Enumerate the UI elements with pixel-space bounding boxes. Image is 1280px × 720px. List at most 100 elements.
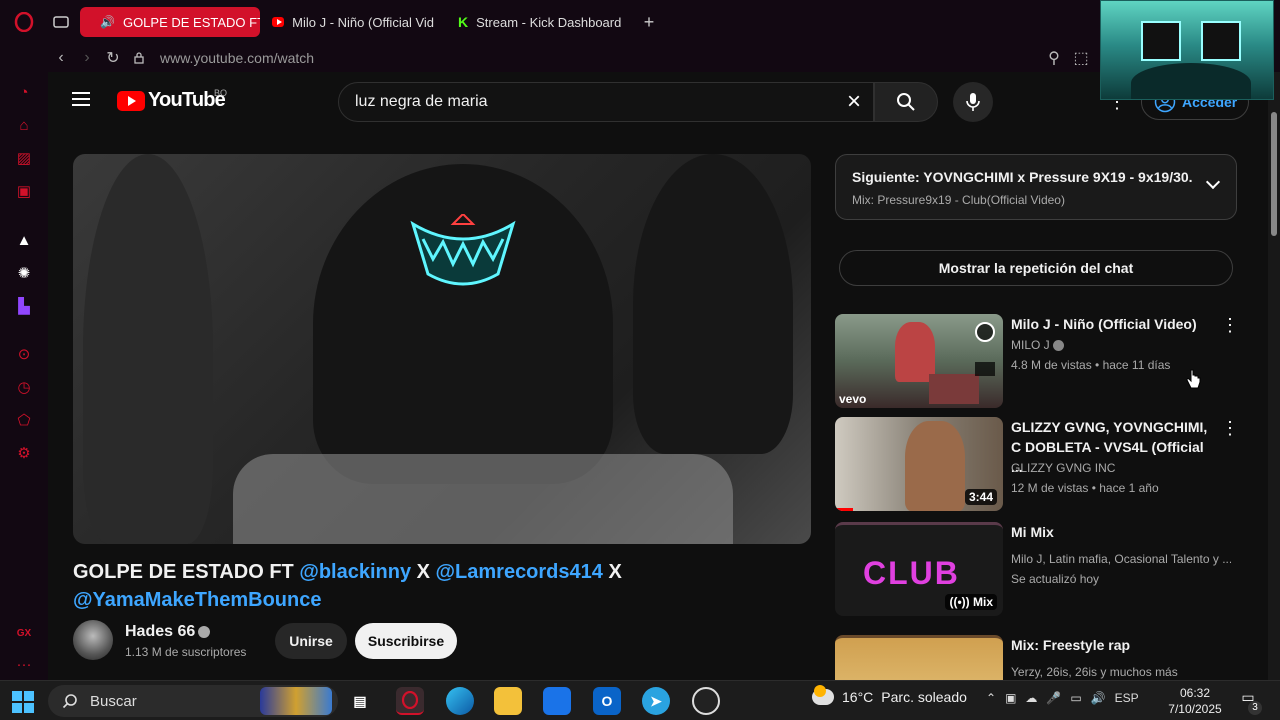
speaker-icon[interactable]: 🔊 [100, 15, 115, 29]
scrollbar-thumb[interactable] [1271, 112, 1277, 236]
channel-avatar[interactable] [73, 620, 113, 660]
taskbar-search[interactable]: Buscar [48, 685, 338, 717]
search-input[interactable]: luz negra de maria × [338, 82, 874, 122]
opera-gx-logo-icon[interactable] [0, 0, 48, 44]
mention-link-blackinny[interactable]: @blackinny [299, 561, 411, 583]
gx-corner-icon[interactable]: ⌂ [14, 115, 34, 135]
youtube-play-icon [117, 90, 145, 111]
edge-icon[interactable] [446, 687, 474, 715]
rec-channel[interactable]: Milo J, Latin mafia, Ocasional Talento y… [1011, 552, 1231, 566]
settings-icon[interactable]: ⚙ [14, 443, 34, 463]
channel-name[interactable]: Hades 66 [125, 623, 195, 641]
volume-icon[interactable]: 🔊 [1091, 691, 1106, 705]
video-thumbnail[interactable] [835, 635, 1003, 680]
telegram-icon[interactable]: ➤ [642, 687, 670, 715]
mention-link-yama[interactable]: @YamaMakeThemBounce [73, 589, 321, 611]
microphone-icon[interactable]: 🎤 [1046, 691, 1061, 705]
subscribe-button[interactable]: Suscribirse [355, 623, 457, 659]
file-explorer-icon[interactable] [494, 687, 522, 715]
tab-golpe-de-estado[interactable]: 🔊 GOLPE DE ESTADO FT [80, 7, 260, 37]
recommendation-item[interactable]: 3:44 GLIZZY GVNG, YOVNGCHIMI, C DOBLETA … [835, 417, 1239, 513]
title-separator: X [602, 561, 622, 583]
add-to-queue-icon[interactable] [975, 362, 995, 376]
thumbnail-figure [929, 374, 979, 404]
tab-workspace-icon[interactable] [48, 9, 74, 35]
system-tray: ⌃ ▣ ☁ 🎤 ▭ 🔊 ESP [986, 691, 1139, 705]
snapshot-icon[interactable]: ⬚ [1068, 45, 1094, 71]
gx-label[interactable]: GX [14, 623, 34, 643]
video-figure-left [83, 154, 213, 544]
opera-gx-taskbar-icon[interactable] [396, 687, 424, 715]
pin-icon[interactable]: ⚲ [1041, 45, 1067, 71]
tray-app-icon[interactable]: ▣ [1005, 691, 1016, 705]
youtube-logo[interactable]: YouTube [117, 89, 226, 112]
thumbnail-figure [895, 322, 935, 382]
language-indicator[interactable]: ESP [1115, 691, 1139, 705]
up-next-subtitle: Mix: Pressure9x19 - Club(Official Video) [852, 193, 1065, 207]
chevron-up-icon[interactable]: ⌃ [986, 691, 996, 705]
more-icon[interactable]: ··· [14, 654, 34, 674]
search-highlight-image [260, 687, 332, 715]
rec-title[interactable]: Mi Mix [1011, 522, 1211, 542]
video-figure-right [633, 154, 793, 454]
back-icon[interactable]: ‹ [48, 45, 74, 71]
microphone-icon [966, 93, 980, 111]
more-actions-icon[interactable]: ⋮ [1221, 419, 1239, 437]
weather-widget[interactable]: 16°C Parc. soleado [812, 685, 967, 705]
url-field[interactable]: www.youtube.com/watch [160, 50, 314, 66]
gx-control-icon[interactable]: ◔ [14, 82, 34, 102]
mix-badge: ((•)) Mix [945, 594, 997, 610]
hand-cursor-icon [1186, 369, 1201, 389]
taskbar-clock[interactable]: 06:32 7/10/2025 [1160, 685, 1230, 717]
forward-icon[interactable]: › [74, 45, 100, 71]
chevron-down-icon[interactable] [1205, 174, 1221, 190]
rec-channel[interactable]: MILO J [1011, 338, 1231, 352]
join-button[interactable]: Unirse [275, 623, 347, 659]
more-actions-icon[interactable]: ⋮ [1221, 316, 1239, 334]
up-next-panel[interactable]: Siguiente: YOVNGCHIMI x Pressure 9X19 - … [835, 154, 1237, 220]
chatgpt-icon[interactable]: ✺ [14, 263, 34, 283]
verified-icon [1053, 340, 1064, 351]
new-tab-button[interactable]: + [636, 9, 662, 35]
subscriber-count: 1.13 M de suscriptores [125, 645, 247, 659]
video-thumbnail[interactable]: CLUB ((•)) Mix [835, 522, 1003, 616]
watch-progress [835, 508, 853, 511]
voice-search-button[interactable] [953, 82, 993, 122]
rec-title[interactable]: Mix: Freestyle rap [1011, 635, 1211, 655]
search-button[interactable] [874, 82, 938, 122]
extensions-icon[interactable]: ⬠ [14, 410, 34, 430]
rec-title[interactable]: Milo J - Niño (Official Video) [1011, 314, 1211, 334]
tray-cloud-icon[interactable]: ☁ [1025, 691, 1037, 705]
messenger-icon[interactable]: ▣ [14, 181, 34, 201]
player-icon[interactable]: ⊙ [14, 344, 34, 364]
network-icon[interactable]: ▭ [1070, 691, 1081, 705]
rec-channel[interactable]: Yerzy, 26is, 26is y muchos más [1011, 665, 1231, 679]
windows-start-icon[interactable] [12, 691, 34, 713]
menu-icon[interactable] [72, 92, 90, 106]
tab-kick-dashboard[interactable]: K Stream - Kick Dashboard [446, 7, 636, 37]
browser-sidebar: ◔ ⌂ ▨ ▣ ▲ ✺ ▙ ⊙ ◷ ⬠ ⚙ GX ··· [0, 72, 48, 680]
clear-search-icon[interactable]: × [841, 89, 867, 115]
task-view-icon[interactable]: ▤ [346, 687, 374, 715]
chat-replay-button[interactable]: Mostrar la repetición del chat [839, 250, 1233, 286]
watch-later-icon[interactable] [975, 322, 995, 342]
microsoft-store-icon[interactable] [543, 687, 571, 715]
video-thumbnail[interactable]: vevo [835, 314, 1003, 408]
tab-milo-j[interactable]: Milo J - Niño (Official Vid [260, 7, 446, 37]
twitch-icon[interactable]: ▙ [14, 296, 34, 316]
recommendation-item[interactable]: Mix: Freestyle rap Yerzy, 26is, 26is y m… [835, 635, 1237, 680]
aria-icon[interactable]: ▲ [14, 230, 34, 250]
search-value[interactable]: luz negra de maria [355, 93, 488, 111]
video-player[interactable] [73, 154, 811, 544]
hot-tabs-icon[interactable]: ▨ [14, 148, 34, 168]
obs-icon[interactable] [692, 687, 720, 715]
mention-link-lamrecords[interactable]: @Lamrecords414 [436, 561, 603, 583]
history-icon[interactable]: ◷ [14, 377, 34, 397]
recommendation-item[interactable]: CLUB ((•)) Mix Mi Mix Milo J, Latin mafi… [835, 522, 1237, 618]
recommendation-item[interactable]: vevo Milo J - Niño (Official Video) MILO… [835, 314, 1239, 410]
page-scrollbar[interactable] [1268, 72, 1280, 680]
reload-icon[interactable]: ↻ [100, 45, 126, 71]
rec-channel[interactable]: GLIZZY GVNG INC [1011, 461, 1231, 475]
video-thumbnail[interactable]: 3:44 [835, 417, 1003, 511]
outlook-icon[interactable]: O [593, 687, 621, 715]
